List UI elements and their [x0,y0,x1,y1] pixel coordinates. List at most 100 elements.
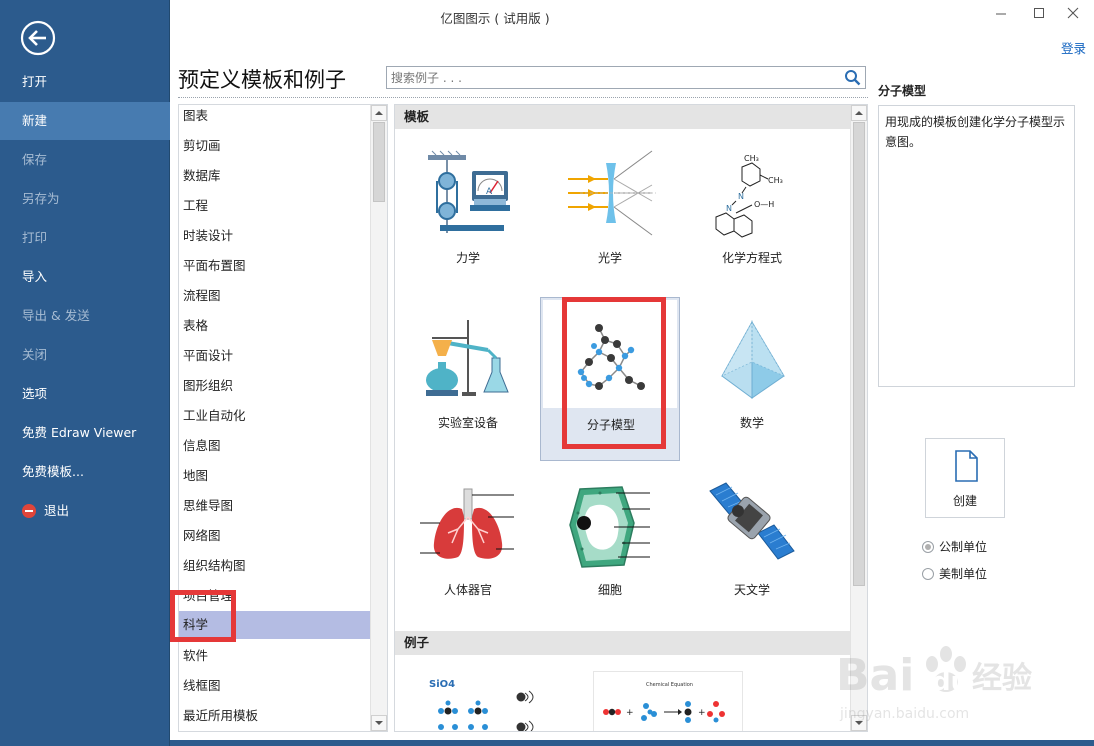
sidebar-item-open[interactable]: 打开 [0,63,170,101]
backstage-sidebar: 打开 新建 保存 另存为 打印 导入 导出 & 发送 关闭 选项 免费 Edra… [0,0,170,746]
chemical-equation-example-icon: Chemical Equation + + [603,682,725,723]
category-item[interactable]: 流程图 [179,285,371,315]
back-arrow-icon [20,20,56,56]
lungs-icon [420,488,514,559]
scroll-thumb[interactable] [853,122,865,586]
sidebar-item-close[interactable]: 关闭 [0,336,170,374]
baidu-paw-logo: Bai du 经验 jingyan.baidu.com [836,646,1032,722]
template-tile-label: 细胞 [597,583,622,597]
template-tile[interactable]: 人体器官 [398,467,538,631]
template-gallery: 模板 A 力学 光学 CH₃ CH₃ N N O—H 化学方程式 实验室设备 分… [394,104,868,732]
template-tile[interactable]: 光学 [540,135,680,299]
category-item[interactable]: 表格 [179,315,371,345]
template-tile-label: 实验室设备 [437,416,498,430]
template-tile[interactable]: 数学 [682,300,822,464]
template-tile[interactable]: 天文学 [682,467,822,631]
category-item[interactable]: 线框图 [179,675,371,705]
category-item[interactable]: 软件 [179,645,371,675]
sidebar-item-exit[interactable]: 退出 [0,492,170,530]
category-item[interactable]: 最近所用模板 [179,705,371,731]
template-tile-label: 化学方程式 [721,251,782,265]
highlight-box-template [562,297,666,449]
category-item[interactable]: 工业自动化 [179,405,371,435]
metric-units-label: 公制单位 [939,540,988,554]
category-item[interactable]: 工程 [179,195,371,225]
category-item[interactable]: 数据库 [179,165,371,195]
sidebar-item-save[interactable]: 保存 [0,141,170,179]
create-button[interactable]: 创建 [925,438,1005,518]
scroll-up-icon [375,111,383,115]
meter-letter: A [486,187,493,197]
category-item[interactable]: 图形组织 [179,375,371,405]
search-input[interactable] [387,67,827,88]
category-item[interactable]: 图表 [179,105,371,135]
radio-unchecked-icon[interactable] [922,567,934,580]
radio-checked-icon[interactable] [922,540,934,553]
category-item[interactable]: 信息图 [179,435,371,465]
formula-label-ch3-top: CH₃ [744,154,759,163]
watermark-brand: Bai [836,650,914,701]
metric-units-option[interactable]: 公制单位 [922,538,987,555]
close-button[interactable] [1058,4,1088,24]
example-caption-sio4: SiO4 [429,679,455,690]
login-link[interactable]: 登录 [1061,38,1086,57]
template-tile[interactable]: 细胞 [540,467,680,631]
close-icon [1067,7,1079,19]
formula-label-n1: N [738,192,744,201]
us-units-label: 美制单位 [939,567,988,581]
category-scrollbar[interactable] [370,105,387,731]
minimize-icon [996,13,1006,15]
scroll-down-button[interactable] [371,715,387,731]
category-item[interactable]: 组织结构图 [179,555,371,585]
plus-sign-1: + [626,708,634,718]
formula-label-n2: N [726,204,732,213]
template-tile-label: 力学 [455,251,480,265]
maximize-button[interactable] [1024,4,1054,24]
baidu-watermark: Bai du 经验 jingyan.baidu.com [836,628,1046,728]
template-tile[interactable]: A 力学 [398,135,538,299]
new-document-icon [955,450,978,482]
search-icon[interactable] [844,69,861,86]
back-button[interactable] [20,20,56,56]
example-tile[interactable]: Chemical Equation + + [593,671,743,731]
category-item[interactable]: 剪切画 [179,135,371,165]
scroll-up-button[interactable] [851,105,867,121]
sidebar-item-save-as[interactable]: 另存为 [0,180,170,218]
template-tile[interactable]: CH₃ CH₃ N N O—H 化学方程式 [682,135,822,299]
template-tile-label: 光学 [597,251,622,265]
scroll-down-icon [375,721,383,725]
category-item[interactable]: 平面设计 [179,345,371,375]
formula-label-ch3-right: CH₃ [768,176,783,185]
maximize-icon [1034,8,1044,18]
edraw-backstage-window: 打开 新建 保存 另存为 打印 导入 导出 & 发送 关闭 选项 免费 Edra… [0,0,1094,746]
category-item[interactable]: 平面布置图 [179,255,371,285]
category-item[interactable]: 地图 [179,465,371,495]
example-tile[interactable]: SiO4 [425,671,555,731]
page-title: 预定义模板和例子 [178,68,346,92]
sidebar-item-new[interactable]: 新建 [0,102,170,140]
sidebar-item-print[interactable]: 打印 [0,219,170,257]
template-tile-label: 人体器官 [443,583,492,597]
category-item[interactable]: 网络图 [179,525,371,555]
us-units-option[interactable]: 美制单位 [922,565,987,582]
optics-icon [568,150,656,236]
sidebar-item-options[interactable]: 选项 [0,375,170,413]
sidebar-item-export-send[interactable]: 导出 & 发送 [0,297,170,335]
sidebar-item-import[interactable]: 导入 [0,258,170,296]
sidebar-item-free-viewer[interactable]: 免费 Edraw Viewer [0,414,170,452]
scroll-thumb[interactable] [373,122,385,202]
templates-section-header: 模板 [395,105,851,129]
template-tile[interactable]: 实验室设备 [398,300,538,464]
watermark-brand-2: du [932,667,969,697]
details-title: 分子模型 [878,84,927,98]
scroll-up-icon [855,111,863,115]
minimize-button[interactable] [986,4,1016,24]
exit-icon [22,503,36,518]
category-item[interactable]: 时装设计 [179,225,371,255]
sidebar-item-free-templates[interactable]: 免费模板... [0,453,170,491]
category-item[interactable]: 思维导图 [179,495,371,525]
satellite-icon [709,482,795,560]
scroll-up-button[interactable] [371,105,387,121]
sidebar-item-exit-label: 退出 [44,503,70,518]
example-caption-chemical-equation: Chemical Equation [646,682,693,688]
